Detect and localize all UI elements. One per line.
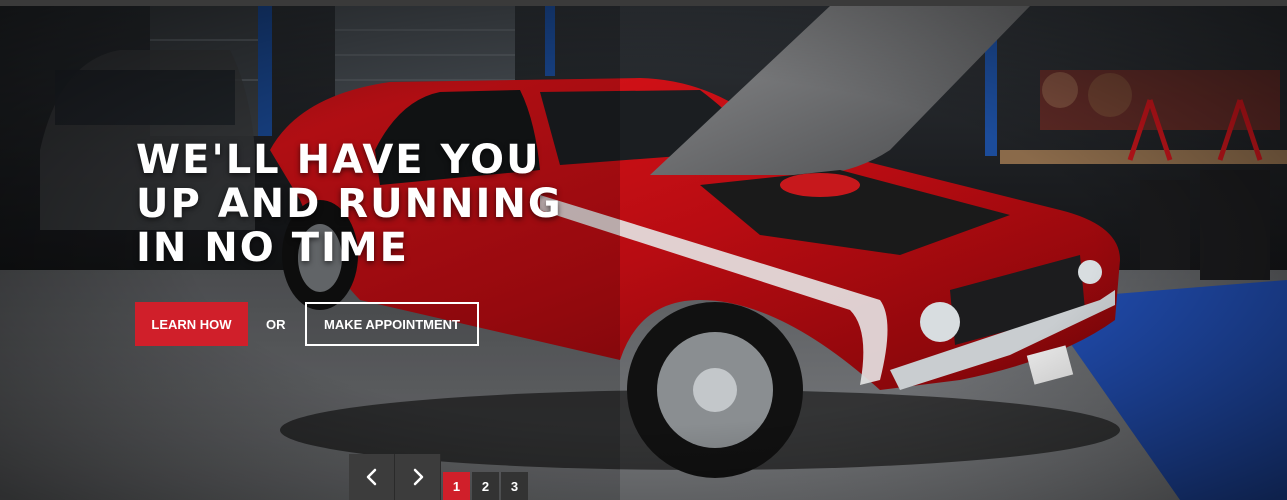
top-edge-bar (0, 0, 1287, 6)
headline-line-1: WE'LL HAVE YOU (136, 137, 541, 183)
make-appointment-button[interactable]: MAKE APPOINTMENT (305, 302, 479, 346)
chevron-left-icon (366, 468, 376, 486)
slider-page-3[interactable]: 3 (501, 472, 528, 500)
hero-banner: WE'LL HAVE YOU UP AND RUNNING IN NO TIME… (0, 0, 1287, 500)
or-separator: OR (266, 317, 286, 332)
learn-how-button[interactable]: LEARN HOW (135, 302, 248, 346)
slider-navigation: 1 2 3 (349, 454, 530, 500)
chevron-right-icon (413, 468, 423, 486)
hero-headline: WE'LL HAVE YOU UP AND RUNNING IN NO TIME (136, 138, 566, 270)
slider-pagination: 1 2 3 (443, 454, 530, 500)
slider-page-1[interactable]: 1 (443, 472, 470, 500)
headline-line-3: IN NO TIME (136, 225, 409, 271)
headline-line-2: UP AND RUNNING (136, 181, 563, 227)
slider-prev-button[interactable] (349, 454, 395, 500)
slider-page-2[interactable]: 2 (472, 472, 499, 500)
slider-next-button[interactable] (395, 454, 441, 500)
